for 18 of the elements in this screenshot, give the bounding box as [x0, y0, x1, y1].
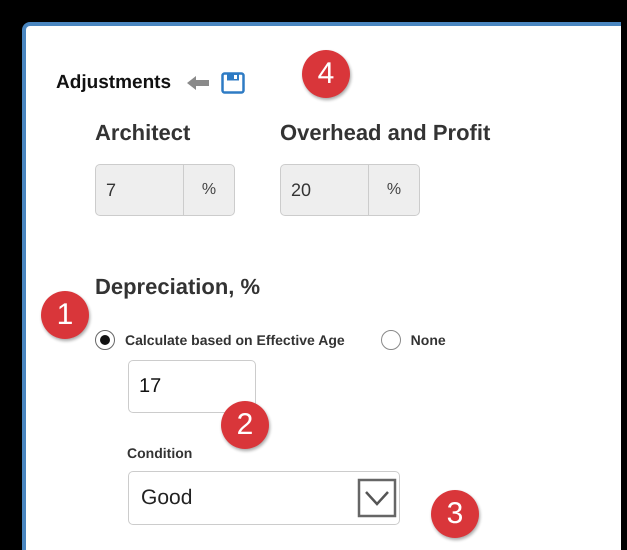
- radio-button[interactable]: [380, 330, 401, 350]
- panel-title: Adjustments: [56, 72, 172, 94]
- percent-addon: %: [183, 165, 234, 215]
- chevron-down-icon: [357, 478, 397, 518]
- input-field[interactable]: 17: [128, 360, 256, 413]
- percent-field[interactable]: 20 %: [280, 164, 420, 216]
- percent-field[interactable]: 7 %: [95, 164, 235, 216]
- field-label: Overhead and Profit: [280, 120, 490, 146]
- save-icon[interactable]: [221, 72, 246, 94]
- radio-label: Calculate based on Effective Age: [125, 332, 345, 348]
- back-arrow-icon[interactable]: [185, 73, 212, 93]
- radio-label: None: [410, 332, 446, 348]
- section-heading: Depreciation, %: [95, 274, 260, 300]
- field-label: Condition: [127, 445, 192, 461]
- percent-addon: %: [368, 165, 419, 215]
- condition-dropdown[interactable]: Good: [128, 471, 400, 525]
- radio-button[interactable]: [95, 330, 115, 350]
- field-label: Architect: [95, 120, 192, 146]
